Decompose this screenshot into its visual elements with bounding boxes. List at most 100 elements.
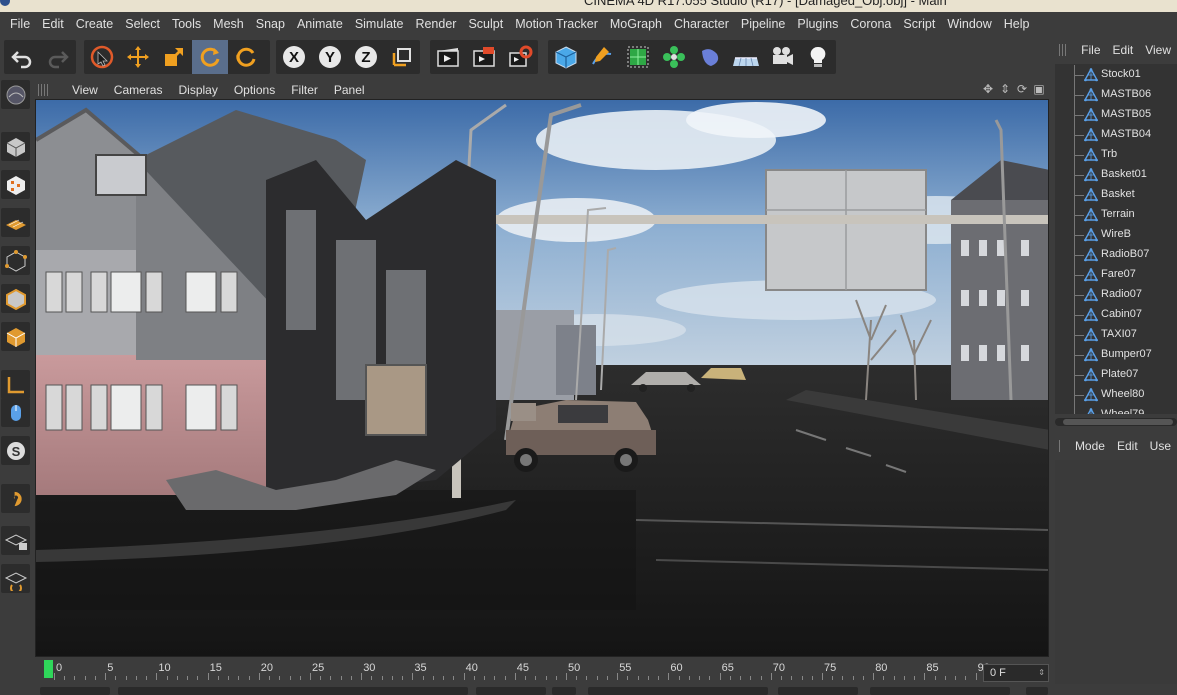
axis-mode-button[interactable] bbox=[1, 370, 30, 399]
menu-select[interactable]: Select bbox=[119, 17, 166, 31]
menu-character[interactable]: Character bbox=[668, 17, 735, 31]
model-mode-button[interactable] bbox=[1, 132, 30, 161]
preview-range-slider[interactable] bbox=[118, 687, 468, 695]
object-row[interactable]: Fare07 bbox=[1055, 265, 1177, 285]
frame-start-field[interactable] bbox=[40, 687, 110, 695]
menu-mesh[interactable]: Mesh bbox=[207, 17, 250, 31]
quantize-button[interactable] bbox=[1, 564, 30, 593]
menu-help[interactable]: Help bbox=[998, 17, 1036, 31]
cube-button[interactable] bbox=[548, 40, 584, 74]
object-list[interactable]: Stock01 MASTB06 MASTB05 MASTB04 Trb Basket01 B… bbox=[1055, 64, 1177, 414]
deformer-button[interactable] bbox=[692, 40, 728, 74]
go-to-start-button[interactable] bbox=[552, 687, 576, 695]
snap-button[interactable] bbox=[1, 484, 30, 513]
current-frame-field[interactable]: 0 F ⇕ bbox=[983, 664, 1049, 682]
panel-grip-icon[interactable] bbox=[1059, 440, 1061, 452]
edges-mode-button[interactable] bbox=[1, 284, 30, 313]
object-row[interactable]: Wheel79 bbox=[1055, 405, 1177, 414]
menu-plugins[interactable]: Plugins bbox=[791, 17, 844, 31]
move-tool-button[interactable] bbox=[120, 40, 156, 74]
menu-script[interactable]: Script bbox=[897, 17, 941, 31]
menu-mograph[interactable]: MoGraph bbox=[604, 17, 668, 31]
object-row[interactable]: Bumper07 bbox=[1055, 345, 1177, 365]
scale-tool-button[interactable] bbox=[156, 40, 192, 74]
object-row[interactable]: MASTB05 bbox=[1055, 105, 1177, 125]
object-manager-menu-view[interactable]: View bbox=[1139, 43, 1177, 57]
texture-mode-button[interactable] bbox=[1, 170, 30, 199]
object-row[interactable]: Wheel80 bbox=[1055, 385, 1177, 405]
object-row[interactable]: Trb bbox=[1055, 145, 1177, 165]
menu-snap[interactable]: Snap bbox=[250, 17, 291, 31]
menu-edit[interactable]: Edit bbox=[36, 17, 70, 31]
menu-animate[interactable]: Animate bbox=[291, 17, 349, 31]
viewport-menu-display[interactable]: Display bbox=[170, 83, 225, 97]
viewport-menu-filter[interactable]: Filter bbox=[283, 83, 326, 97]
x-axis-button[interactable]: X bbox=[276, 40, 312, 74]
attribute-manager-menu-mode[interactable]: Mode bbox=[1069, 439, 1111, 453]
object-manager-menu-file[interactable]: File bbox=[1075, 43, 1106, 57]
floor-button[interactable] bbox=[728, 40, 764, 74]
object-row[interactable]: RadioB07 bbox=[1055, 245, 1177, 265]
panel-grip-icon[interactable] bbox=[38, 84, 50, 96]
object-row[interactable]: Basket01 bbox=[1055, 165, 1177, 185]
object-row[interactable]: MASTB04 bbox=[1055, 125, 1177, 145]
coordinate-system-button[interactable] bbox=[384, 40, 420, 74]
menu-sculpt[interactable]: Sculpt bbox=[462, 17, 509, 31]
render-view-button[interactable] bbox=[430, 40, 466, 74]
move-view-icon[interactable]: ✥ bbox=[981, 82, 995, 96]
object-list-scrollbar[interactable] bbox=[1055, 418, 1177, 426]
menu-tools[interactable]: Tools bbox=[166, 17, 207, 31]
object-row[interactable]: Radio07 bbox=[1055, 285, 1177, 305]
make-editable-button[interactable] bbox=[1, 80, 30, 109]
object-row[interactable]: Stock01 bbox=[1055, 65, 1177, 85]
camera-button[interactable] bbox=[764, 40, 800, 74]
rotate-view-icon[interactable]: ⟳ bbox=[1015, 82, 1029, 96]
light-button[interactable] bbox=[800, 40, 836, 74]
object-row[interactable]: WireB bbox=[1055, 225, 1177, 245]
object-row[interactable]: Terrain bbox=[1055, 205, 1177, 225]
live-selection-button[interactable] bbox=[84, 40, 120, 74]
object-manager-menu-edit[interactable]: Edit bbox=[1107, 43, 1140, 57]
viewport-menu-cameras[interactable]: Cameras bbox=[106, 83, 171, 97]
subdivision-surface-button[interactable] bbox=[620, 40, 656, 74]
render-settings-button[interactable] bbox=[502, 40, 538, 74]
panel-grip-icon[interactable] bbox=[1059, 44, 1068, 56]
3d-viewport[interactable] bbox=[35, 99, 1049, 657]
cloner-button[interactable] bbox=[656, 40, 692, 74]
viewport-menu-panel[interactable]: Panel bbox=[326, 83, 373, 97]
workplane-mode-button[interactable] bbox=[1, 208, 30, 237]
object-row[interactable]: Cabin07 bbox=[1055, 305, 1177, 325]
playback-controls[interactable] bbox=[588, 687, 768, 695]
object-row[interactable]: MASTB06 bbox=[1055, 85, 1177, 105]
tweak-mode-button[interactable] bbox=[1, 398, 30, 427]
object-row[interactable]: Basket bbox=[1055, 185, 1177, 205]
solo-button[interactable]: S bbox=[1, 436, 30, 465]
polygons-mode-button[interactable] bbox=[1, 322, 30, 351]
menu-pipeline[interactable]: Pipeline bbox=[735, 17, 791, 31]
render-picture-viewer-button[interactable] bbox=[466, 40, 502, 74]
points-mode-button[interactable] bbox=[1, 246, 30, 275]
timeline-ruler[interactable]: 051015202530354045505560657075808590 bbox=[34, 658, 1050, 680]
playhead[interactable] bbox=[44, 660, 53, 678]
y-axis-button[interactable]: Y bbox=[312, 40, 348, 74]
workplane-lock-button[interactable] bbox=[1, 526, 30, 555]
menu-create[interactable]: Create bbox=[70, 17, 120, 31]
stepper-arrows-icon[interactable]: ⇕ bbox=[1038, 665, 1045, 681]
redo-button[interactable] bbox=[40, 40, 76, 74]
object-row[interactable]: Plate07 bbox=[1055, 365, 1177, 385]
object-row[interactable]: TAXI07 bbox=[1055, 325, 1177, 345]
scrollbar-thumb[interactable] bbox=[1063, 419, 1173, 425]
menu-render[interactable]: Render bbox=[409, 17, 462, 31]
menu-simulate[interactable]: Simulate bbox=[349, 17, 410, 31]
z-axis-button[interactable]: Z bbox=[348, 40, 384, 74]
keyframe-controls[interactable] bbox=[778, 687, 858, 695]
pen-button[interactable] bbox=[584, 40, 620, 74]
menu-window[interactable]: Window bbox=[941, 17, 997, 31]
menu-corona[interactable]: Corona bbox=[844, 17, 897, 31]
maximize-view-icon[interactable]: ▣ bbox=[1032, 82, 1046, 96]
viewport-menu-view[interactable]: View bbox=[64, 83, 106, 97]
viewport-menu-options[interactable]: Options bbox=[226, 83, 283, 97]
menu-file[interactable]: File bbox=[4, 17, 36, 31]
attribute-manager-menu-use[interactable]: Use bbox=[1144, 439, 1177, 453]
timeline-menu-button[interactable] bbox=[1026, 687, 1048, 695]
